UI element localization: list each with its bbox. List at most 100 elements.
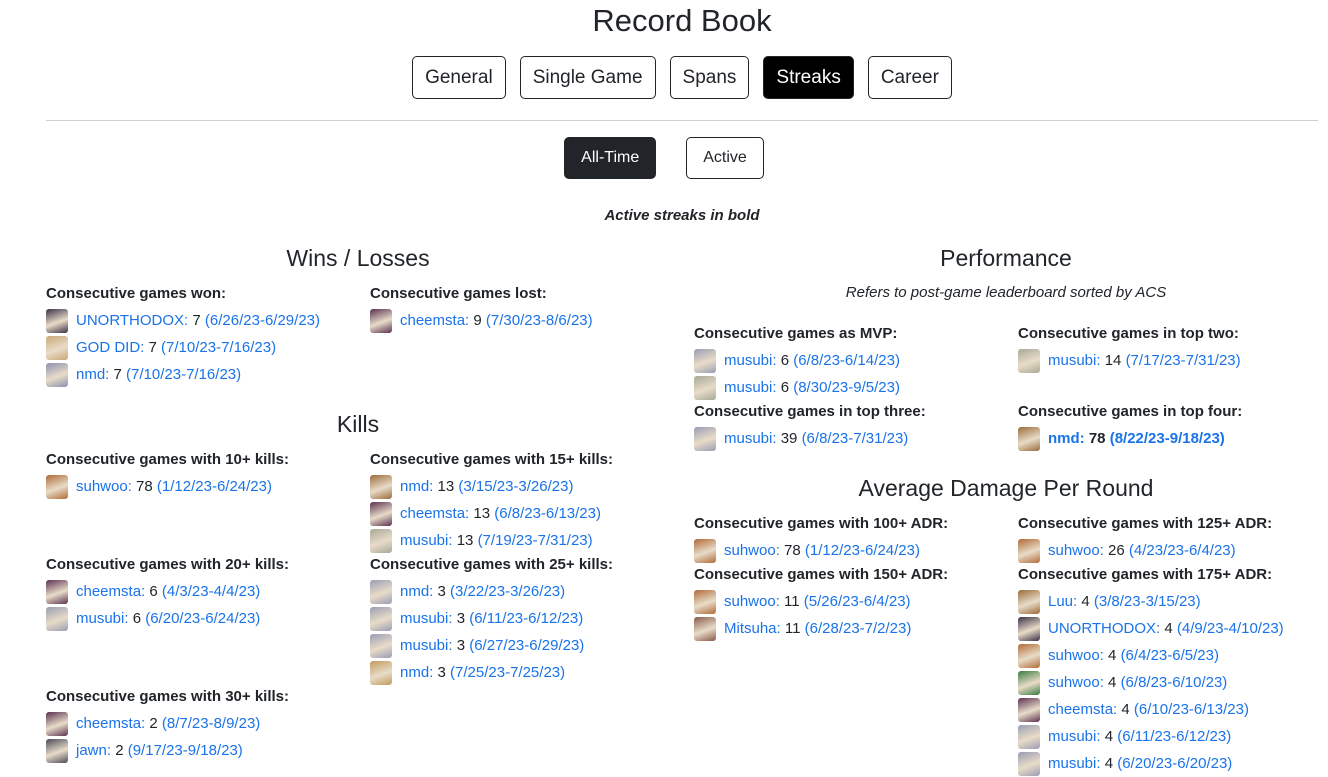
date-range-link[interactable]: (6/11/23-6/12/23) bbox=[469, 610, 583, 627]
player-link[interactable]: musubi: bbox=[1048, 352, 1101, 369]
player-link[interactable]: GOD DID: bbox=[76, 339, 144, 356]
streak-value: 11 bbox=[784, 593, 800, 610]
date-range-link[interactable]: (3/22/23-3/26/23) bbox=[450, 583, 565, 600]
streak-value: 7 bbox=[113, 366, 122, 383]
player-link[interactable]: suhwoo: bbox=[724, 593, 780, 610]
filter-all-time-button[interactable]: All-Time bbox=[564, 137, 657, 179]
player-link[interactable]: musubi: bbox=[724, 352, 777, 369]
date-range-link[interactable]: (6/8/23-6/10/23) bbox=[1121, 674, 1228, 691]
date-range-link[interactable]: (6/28/23-7/2/23) bbox=[805, 620, 912, 637]
player-link[interactable]: suhwoo: bbox=[1048, 647, 1104, 664]
streak-value: 4 bbox=[1108, 674, 1117, 691]
player-link[interactable]: nmd: bbox=[1048, 430, 1085, 447]
date-range-link[interactable]: (7/10/23-7/16/23) bbox=[161, 339, 276, 356]
date-range-link[interactable]: (8/7/23-8/9/23) bbox=[162, 715, 260, 732]
date-range-link[interactable]: (5/26/23-6/4/23) bbox=[804, 593, 911, 610]
player-link[interactable]: nmd: bbox=[76, 366, 109, 383]
tab-spans[interactable]: Spans bbox=[669, 56, 750, 99]
player-link[interactable]: nmd: bbox=[400, 664, 433, 681]
player-link[interactable]: nmd: bbox=[400, 583, 433, 600]
date-range-link[interactable]: (6/26/23-6/29/23) bbox=[205, 312, 320, 329]
streak-value: 3 bbox=[437, 583, 446, 600]
player-link[interactable]: cheemsta: bbox=[76, 583, 145, 600]
player-link[interactable]: musubi: bbox=[76, 610, 129, 627]
date-range-link[interactable]: (9/17/23-9/18/23) bbox=[128, 742, 243, 759]
tab-single-game[interactable]: Single Game bbox=[519, 56, 656, 99]
block-adr-125: Consecutive games with 125+ ADR: suhwoo: … bbox=[1018, 515, 1272, 564]
agent-avatar bbox=[1018, 643, 1040, 668]
block-top-three: Consecutive games in top three: musubi: 3… bbox=[694, 403, 926, 452]
block-top-two: Consecutive games in top two: musubi: 14 … bbox=[1018, 325, 1241, 374]
block-games-won: Consecutive games won: UNORTHODOX: 7 (6/2… bbox=[46, 285, 320, 388]
date-range-link[interactable]: (3/8/23-3/15/23) bbox=[1094, 593, 1201, 610]
filter-active-button[interactable]: Active bbox=[686, 137, 764, 179]
streak-row: musubi: 3 (6/11/23-6/12/23) bbox=[370, 605, 613, 632]
date-range-link[interactable]: (1/12/23-6/24/23) bbox=[157, 478, 272, 495]
player-link[interactable]: suhwoo: bbox=[1048, 674, 1104, 691]
streak-filter: All-Time Active bbox=[0, 137, 1328, 179]
streak-row: cheemsta: 9 (7/30/23-8/6/23) bbox=[370, 307, 593, 334]
date-range-link[interactable]: (6/10/23-6/13/23) bbox=[1134, 701, 1249, 718]
agent-avatar bbox=[1018, 697, 1040, 722]
player-link[interactable]: UNORTHODOX: bbox=[76, 312, 188, 329]
player-link[interactable]: Mitsuha: bbox=[724, 620, 781, 637]
player-link[interactable]: suhwoo: bbox=[1048, 542, 1104, 559]
date-range-link[interactable]: (7/10/23-7/16/23) bbox=[126, 366, 241, 383]
date-range-link[interactable]: (7/25/23-7/25/23) bbox=[450, 664, 565, 681]
agent-avatar bbox=[46, 308, 68, 333]
date-range-link[interactable]: (8/30/23-9/5/23) bbox=[793, 379, 900, 396]
date-range-link[interactable]: (4/3/23-4/4/23) bbox=[162, 583, 260, 600]
player-link[interactable]: cheemsta: bbox=[400, 312, 469, 329]
date-range-link[interactable]: (6/11/23-6/12/23) bbox=[1117, 728, 1231, 745]
date-range-link[interactable]: (3/15/23-3/26/23) bbox=[458, 478, 573, 495]
streak-value: 3 bbox=[437, 664, 446, 681]
date-range-link[interactable]: (6/8/23-7/31/23) bbox=[802, 430, 909, 447]
agent-avatar bbox=[1018, 751, 1040, 776]
date-range-link[interactable]: (6/8/23-6/14/23) bbox=[793, 352, 900, 369]
player-link[interactable]: jawn: bbox=[76, 742, 111, 759]
date-range-link[interactable]: (6/20/23-6/24/23) bbox=[145, 610, 260, 627]
player-link[interactable]: musubi: bbox=[400, 532, 453, 549]
date-range-link[interactable]: (4/23/23-6/4/23) bbox=[1129, 542, 1236, 559]
agent-avatar bbox=[694, 375, 716, 400]
agent-avatar bbox=[1018, 538, 1040, 563]
date-range-link[interactable]: (6/4/23-6/5/23) bbox=[1121, 647, 1219, 664]
player-link[interactable]: musubi: bbox=[400, 637, 453, 654]
player-link[interactable]: cheemsta: bbox=[76, 715, 145, 732]
player-link[interactable]: UNORTHODOX: bbox=[1048, 620, 1160, 637]
date-range-link[interactable]: (6/20/23-6/20/23) bbox=[1117, 755, 1232, 772]
block-kills-15: Consecutive games with 15+ kills: nmd: 13… bbox=[370, 451, 613, 554]
player-link[interactable]: musubi: bbox=[724, 430, 777, 447]
streak-row: musubi: 6 (6/20/23-6/24/23) bbox=[46, 605, 289, 632]
block-kills-30: Consecutive games with 30+ kills: cheemst… bbox=[46, 688, 289, 764]
player-link[interactable]: musubi: bbox=[1048, 755, 1101, 772]
tab-general[interactable]: General bbox=[412, 56, 506, 99]
date-range-link[interactable]: (1/12/23-6/24/23) bbox=[805, 542, 920, 559]
streak-row: Luu: 4 (3/8/23-3/15/23) bbox=[1018, 588, 1284, 615]
date-range-link[interactable]: (6/8/23-6/13/23) bbox=[494, 505, 601, 522]
date-range-link[interactable]: (6/27/23-6/29/23) bbox=[469, 637, 584, 654]
player-link[interactable]: musubi: bbox=[400, 610, 453, 627]
player-link[interactable]: cheemsta: bbox=[1048, 701, 1117, 718]
player-link[interactable]: musubi: bbox=[724, 379, 777, 396]
date-range-link[interactable]: (7/30/23-8/6/23) bbox=[486, 312, 593, 329]
streak-value: 7 bbox=[192, 312, 201, 329]
date-range-link[interactable]: (4/9/23-4/10/23) bbox=[1177, 620, 1284, 637]
streak-row: Mitsuha: 11 (6/28/23-7/2/23) bbox=[694, 615, 948, 642]
date-range-link[interactable]: (8/22/23-9/18/23) bbox=[1110, 430, 1225, 447]
date-range-link[interactable]: (7/17/23-7/31/23) bbox=[1126, 352, 1241, 369]
streak-value: 14 bbox=[1104, 352, 1122, 369]
streak-row: cheemsta: 4 (6/10/23-6/13/23) bbox=[1018, 696, 1284, 723]
player-link[interactable]: cheemsta: bbox=[400, 505, 469, 522]
player-link[interactable]: musubi: bbox=[1048, 728, 1101, 745]
streak-value: 2 bbox=[149, 715, 158, 732]
player-link[interactable]: suhwoo: bbox=[76, 478, 132, 495]
player-link[interactable]: Luu: bbox=[1048, 593, 1077, 610]
date-range-link[interactable]: (7/19/23-7/31/23) bbox=[478, 532, 593, 549]
player-link[interactable]: nmd: bbox=[400, 478, 433, 495]
tab-streaks[interactable]: Streaks bbox=[763, 56, 854, 99]
player-link[interactable]: suhwoo: bbox=[724, 542, 780, 559]
streak-value: 13 bbox=[437, 478, 455, 495]
streak-value: 26 bbox=[1108, 542, 1125, 559]
tab-career[interactable]: Career bbox=[867, 56, 952, 99]
